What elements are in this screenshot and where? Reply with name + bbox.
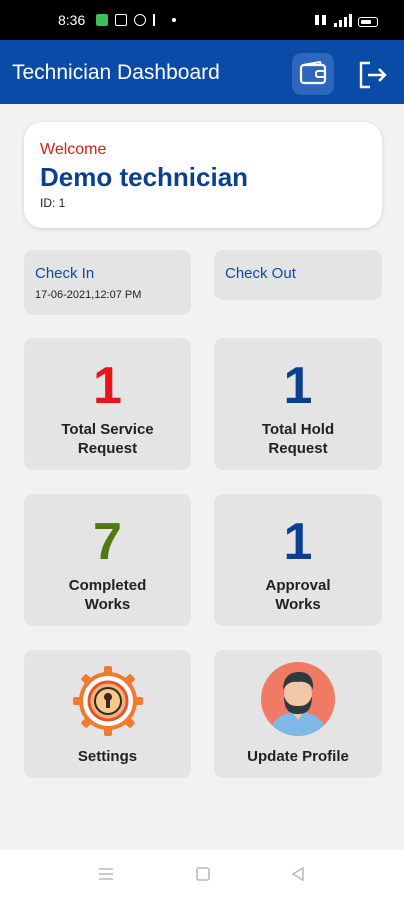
welcome-card: Welcome Demo technician ID: 1 [24,122,382,228]
settings-gear-icon [73,666,143,736]
music-icon [153,14,159,26]
whatsapp-icon [134,14,146,26]
total-service-request-tile[interactable]: 1 Total Service Request [24,338,191,470]
welcome-label: Welcome [40,141,107,158]
completed-works-count: 7 [93,513,122,571]
home-nav-icon[interactable] [195,866,211,882]
status-time: 8:36 [58,12,86,28]
page-title: Technician Dashboard [12,61,220,84]
tile-label-line: Works [275,596,321,613]
logout-icon [359,61,387,89]
notification-message-icon [115,14,127,26]
technician-id: ID: 1 [40,196,66,210]
signal-icon [334,14,352,27]
total-hold-request-tile[interactable]: 1 Total Hold Request [214,338,382,470]
tile-label-line: Approval [265,577,331,594]
check-out-label: Check Out [225,265,296,282]
status-bar: 8:36 [0,0,404,40]
volte-icon [315,15,326,25]
check-in-time: 17-06-2021,12:07 PM [35,289,142,301]
battery-icon [358,17,378,27]
technician-name: Demo technician [40,162,249,192]
tile-label-line: Request [77,440,138,457]
wallet-button[interactable] [292,53,334,95]
completed-works-tile[interactable]: 7 Completed Works [24,494,191,626]
completed-works-label: Completed Works [24,576,191,614]
tile-label-line: Total Hold [261,421,335,438]
total-hold-request-count: 1 [283,357,313,415]
more-notifications-icon [172,18,176,22]
total-hold-request-label: Total Hold Request [214,420,382,458]
back-nav-icon[interactable] [290,866,306,882]
update-profile-label: Update Profile [247,748,349,765]
check-out-button[interactable]: Check Out [214,250,382,300]
avatar-icon [261,662,335,736]
notification-app-icon [96,14,108,26]
check-in-button[interactable]: Check In 17-06-2021,12:07 PM [24,250,191,315]
settings-tile[interactable]: Settings [24,650,191,778]
check-in-label: Check In [35,265,95,282]
approval-works-count: 1 [283,513,313,571]
update-profile-tile[interactable]: Update Profile [214,650,382,778]
approval-works-label: Approval Works [214,576,382,614]
system-nav-bar [0,850,404,900]
tile-label-line: Total Service [61,421,154,438]
app-bar: Technician Dashboard [0,40,404,104]
tile-label-line: Works [84,596,131,613]
tile-label-line: Request [268,440,328,457]
tile-label-line: Completed [68,577,147,594]
approval-works-tile[interactable]: 1 Approval Works [214,494,382,626]
settings-label: Settings [77,748,138,765]
total-service-request-label: Total Service Request [24,420,191,458]
logout-button[interactable] [352,55,392,95]
total-service-request-count: 1 [93,357,122,415]
menu-nav-icon[interactable] [98,866,114,882]
wallet-icon [299,60,327,85]
